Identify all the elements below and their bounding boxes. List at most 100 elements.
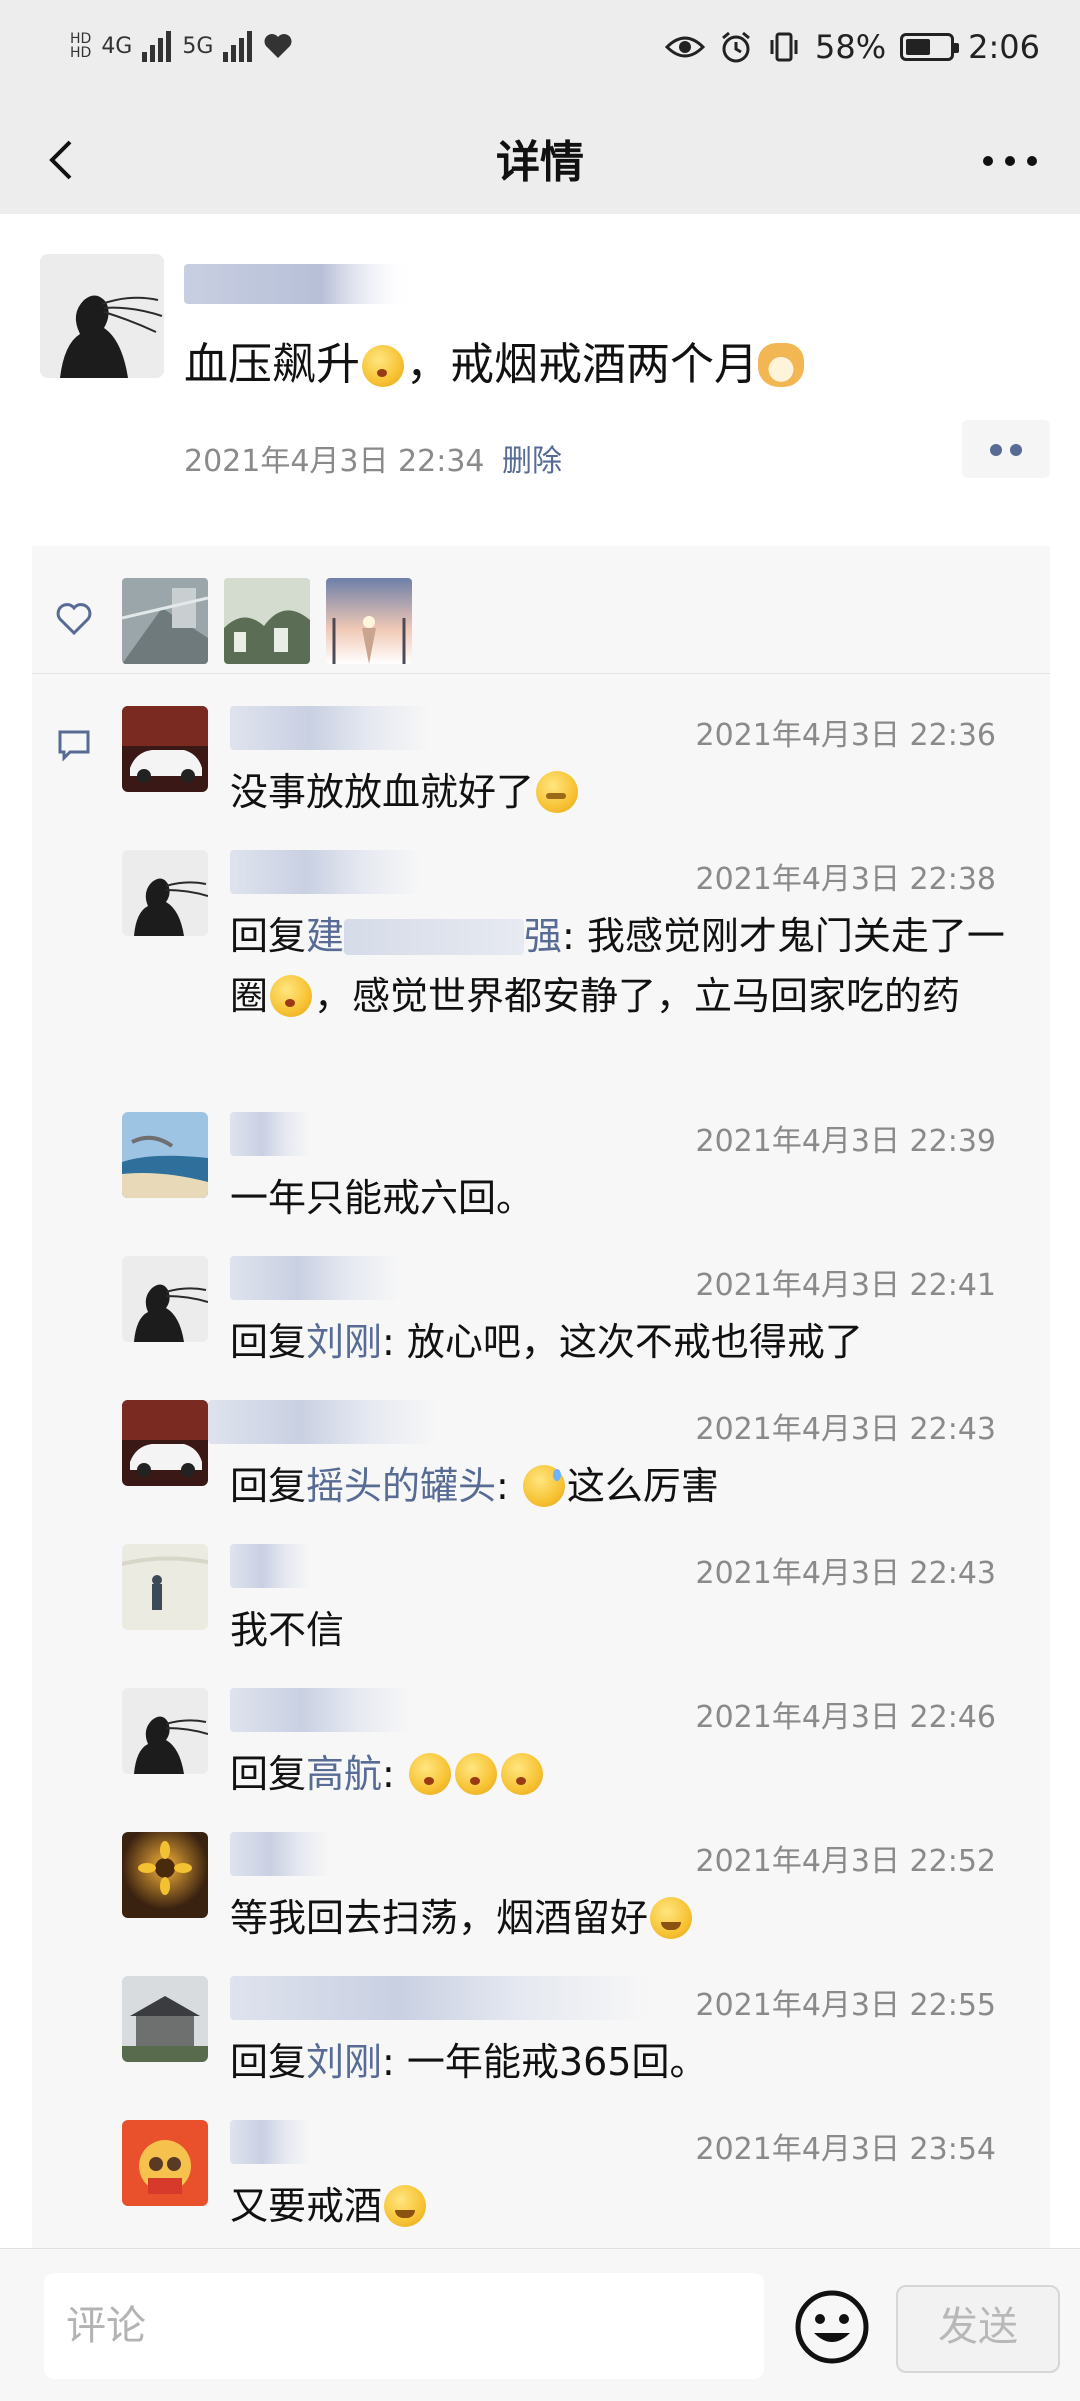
comment-body: 又要戒酒 <box>230 2184 383 2228</box>
reply-target-link[interactable]: 刘刚 <box>306 1320 382 1364</box>
status-bar: HD HD 4G 5G 58% 2:06 <box>0 0 1080 106</box>
comment-text: 一年只能戒六回。 <box>230 1176 535 1220</box>
kissing-emoji-icon <box>454 1753 497 1795</box>
reply-target-blurred <box>344 919 525 955</box>
commenter-avatar[interactable] <box>122 1544 208 1630</box>
likes-comments-panel: 2021年4月3日 22:36 没事放放血就好了 2021年4月3日 22:38… <box>32 546 1050 2248</box>
commenter-name-blurred[interactable] <box>230 706 430 750</box>
dot-icon <box>1010 444 1022 456</box>
send-button[interactable]: 发送 <box>896 2285 1060 2373</box>
vibrate-icon <box>770 32 798 62</box>
comment-timestamp: 2021年4月3日 22:46 <box>695 1700 996 1735</box>
heart-status-icon <box>264 34 292 58</box>
reply-target-link[interactable]: 刘刚 <box>306 2040 382 2084</box>
reply-prefix: 回复 <box>230 1752 307 1796</box>
reply-prefix: 回复 <box>230 2040 307 2084</box>
comment-input[interactable] <box>44 2273 764 2379</box>
comment-text: 回复刘刚: 一年能戒365回。 <box>230 2032 1020 2092</box>
signal2-icon <box>223 30 253 62</box>
comment-body: : <box>496 1464 521 1508</box>
commenter-name-blurred[interactable] <box>230 1256 400 1300</box>
commenter-avatar[interactable] <box>122 706 208 792</box>
reply-target-link[interactable]: 建 <box>306 914 344 958</box>
more-dots-icon[interactable] <box>980 146 1040 176</box>
commenter-name-blurred[interactable] <box>230 1976 650 2020</box>
sweat-smile-emoji-icon <box>522 1465 565 1507</box>
comment-body: : 放心吧，这次不戒也得戒了 <box>382 1320 863 1364</box>
alarm-icon <box>722 31 750 63</box>
post-author-name-blurred[interactable] <box>184 258 414 310</box>
comment-timestamp: 2021年4月3日 22:39 <box>695 1124 996 1159</box>
commenter-name-blurred[interactable] <box>230 1832 330 1876</box>
post-content: 血压飙升 ，戒烟戒酒两个月 <box>184 328 804 392</box>
commenter-avatar[interactable] <box>122 1112 208 1198</box>
commenter-avatar[interactable] <box>122 1976 208 2062</box>
comment-timestamp: 2021年4月3日 22:41 <box>695 1268 996 1303</box>
reply-prefix: 回复 <box>230 1320 307 1364</box>
commenter-name-blurred[interactable] <box>230 1112 310 1156</box>
commenter-avatar[interactable] <box>122 850 208 936</box>
post-author-avatar[interactable] <box>40 254 164 378</box>
reply-prefix: 回复 <box>230 1464 307 1508</box>
liker-avatar[interactable] <box>122 578 208 664</box>
reply-target-link[interactable]: 高航 <box>306 1752 382 1796</box>
comment-bubble-icon <box>58 730 90 762</box>
commenter-name-blurred[interactable] <box>230 2120 310 2164</box>
comment-body: : 一年能戒365回。 <box>382 2040 708 2084</box>
emoji-picker-icon[interactable] <box>794 2289 870 2365</box>
kissing-emoji-icon <box>408 1753 451 1795</box>
commenter-name-blurred[interactable] <box>230 1688 410 1732</box>
comment-text: 回复高航: <box>230 1744 1020 1804</box>
silhouette-avatar-image <box>40 254 164 378</box>
liker-avatar[interactable] <box>326 578 412 664</box>
comment-timestamp: 2021年4月3日 22:43 <box>695 1412 996 1447</box>
comment-timestamp: 2021年4月3日 22:52 <box>695 1844 996 1879</box>
comment-timestamp: 2021年4月3日 23:54 <box>695 2132 996 2167</box>
commenter-avatar[interactable] <box>122 1832 208 1918</box>
kissing-emoji-icon <box>500 1753 543 1795</box>
comment-text: 没事放放血就好了 <box>230 762 1020 822</box>
kissing-emoji-icon <box>362 345 404 387</box>
battery-icon <box>900 33 960 61</box>
commenter-name-blurred[interactable] <box>230 850 420 894</box>
commenter-avatar[interactable] <box>122 1256 208 1342</box>
comment-text: 回复刘刚: 放心吧，这次不戒也得戒了 <box>230 1312 1020 1372</box>
eye-icon <box>665 36 706 58</box>
thinking-emoji-icon <box>536 771 579 813</box>
heart-outline-icon <box>56 603 92 636</box>
smirk-emoji-icon <box>650 1897 693 1939</box>
comment-body: : <box>382 1752 407 1796</box>
reply-prefix: 回复 <box>230 914 307 958</box>
commenter-avatar[interactable] <box>122 2120 208 2206</box>
status-left: HD HD 4G 5G <box>70 30 293 62</box>
commenter-name-blurred[interactable] <box>230 1544 310 1588</box>
network2-label: 5G <box>182 33 214 59</box>
comment-timestamp: 2021年4月3日 22:55 <box>695 1988 996 2023</box>
comment-text: 回复建 强: 我感觉刚才鬼门关走了一圈 ，感觉世界都安静了，立马回家吃的药 <box>230 906 1020 1026</box>
smirk-emoji-icon <box>384 2185 427 2227</box>
comment-body: 等我回去扫荡，烟酒留好 <box>230 1896 649 1940</box>
comment-timestamp: 2021年4月3日 22:38 <box>695 862 996 897</box>
clock: 2:06 <box>968 28 1040 66</box>
dot-icon <box>990 444 1002 456</box>
delete-link[interactable]: 删除 <box>502 436 562 480</box>
post-text-2: ，戒烟戒酒两个月 <box>406 339 758 390</box>
comment-body-2: 这么厉害 <box>566 1464 719 1508</box>
commenter-avatar[interactable] <box>122 1400 208 1486</box>
liker-avatar[interactable] <box>224 578 310 664</box>
network-label: 4G <box>101 33 133 59</box>
commenter-name-blurred[interactable] <box>208 1400 438 1444</box>
battery-percent: 58% <box>815 28 887 66</box>
post-text: 血压飙升 <box>184 339 360 390</box>
reply-target-tail[interactable]: 强 <box>524 914 562 958</box>
like-comment-menu-button[interactable] <box>962 420 1050 478</box>
comment-text: 回复摇头的罐头: 这么厉害 <box>230 1456 1020 1516</box>
reply-target-link[interactable]: 摇头的罐头 <box>306 1464 496 1508</box>
comment-timestamp: 2021年4月3日 22:36 <box>695 718 996 753</box>
kissing-emoji-icon <box>270 975 313 1017</box>
commenter-avatar[interactable] <box>122 1688 208 1774</box>
signal-icon <box>142 30 172 62</box>
comment-text: 我不信 <box>230 1608 345 1652</box>
doge-emoji-icon <box>758 343 804 387</box>
comment-text: 等我回去扫荡，烟酒留好 <box>230 1888 1020 1948</box>
